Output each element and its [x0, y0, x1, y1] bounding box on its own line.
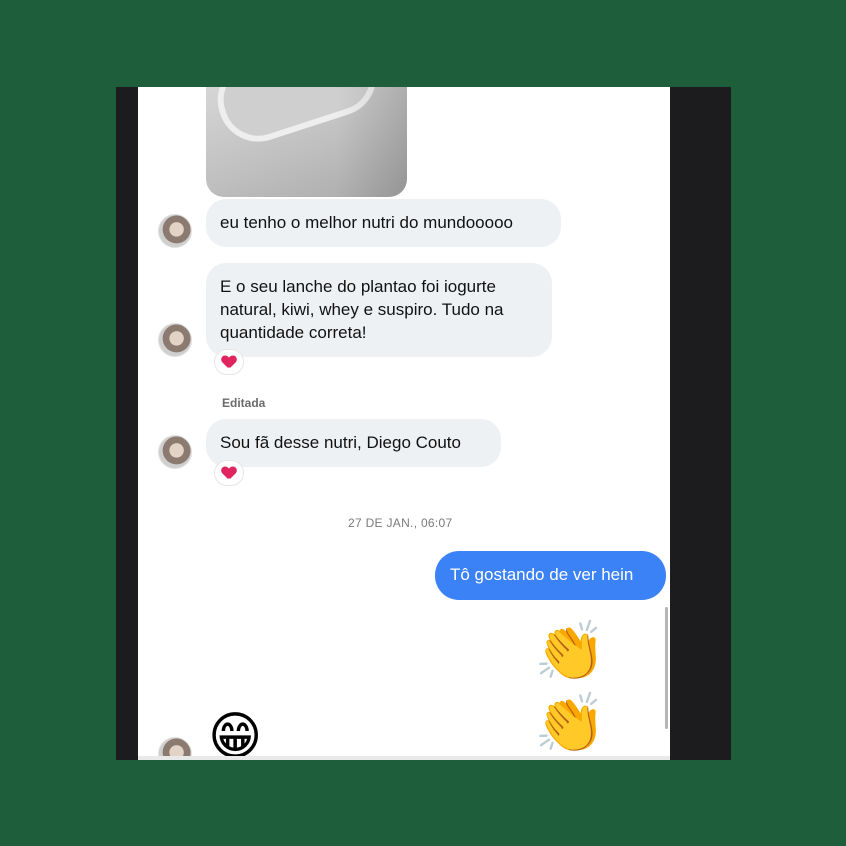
photo-shade — [337, 87, 407, 197]
scrollbar[interactable] — [665, 607, 668, 729]
avatar[interactable] — [158, 323, 192, 357]
avatar[interactable] — [158, 435, 192, 469]
chat-timestamp: 27 DE JAN., 06:07 — [348, 516, 453, 530]
avatar[interactable] — [158, 214, 192, 248]
phone-frame: eu tenho o melhor nutri do mundooooo E o… — [116, 87, 731, 760]
message-bubble-incoming[interactable]: E o seu lanche do plantao foi iogurte na… — [206, 263, 552, 357]
message-text: E o seu lanche do plantao foi iogurte na… — [220, 277, 504, 342]
message-bubble-incoming[interactable]: eu tenho o melhor nutri do mundooooo — [206, 199, 561, 247]
heart-icon — [222, 356, 236, 369]
message-bubble-incoming[interactable]: Sou fã desse nutri, Diego Couto — [206, 419, 501, 467]
clapping-hands-emoji[interactable]: 👏👏 — [534, 615, 670, 759]
chat-screen[interactable]: eu tenho o melhor nutri do mundooooo E o… — [138, 87, 670, 760]
message-text: eu tenho o melhor nutri do mundooooo — [220, 213, 513, 232]
bottom-divider — [138, 756, 670, 760]
edited-label: Editada — [222, 396, 266, 410]
message-reaction[interactable] — [214, 460, 244, 486]
shared-photo[interactable] — [206, 87, 407, 197]
message-bubble-outgoing[interactable]: Tô gostando de ver hein — [435, 551, 666, 600]
message-reaction[interactable] — [214, 349, 244, 375]
heart-icon — [222, 467, 236, 480]
message-text: Tô gostando de ver hein — [450, 565, 634, 584]
message-text: Sou fã desse nutri, Diego Couto — [220, 433, 461, 452]
grinning-face-emoji[interactable]: 😁 — [208, 705, 262, 760]
